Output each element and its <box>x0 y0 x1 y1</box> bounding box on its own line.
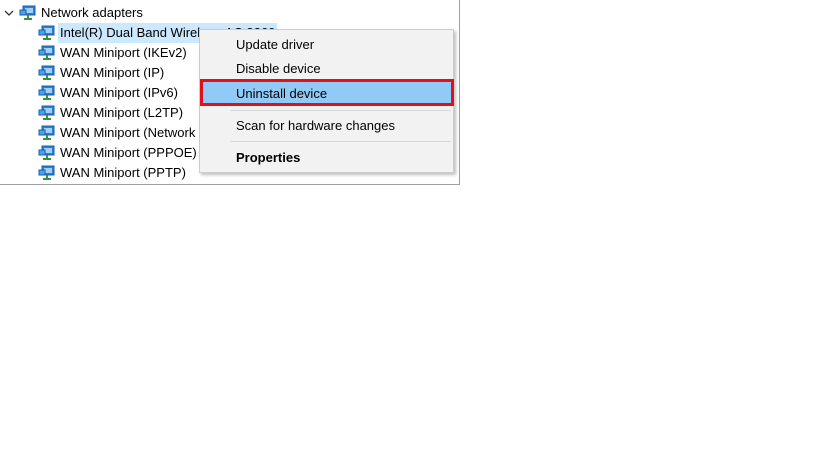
device-label: WAN Miniport (PPPOE) <box>60 145 197 160</box>
network-adapter-icon <box>38 45 56 61</box>
menu-item-uninstall-device[interactable]: Uninstall device <box>202 82 451 104</box>
tree-item-device[interactable]: WAN Miniport (PPPOE) <box>38 143 197 163</box>
tree-category-network-adapters[interactable]: Network adapters <box>2 3 143 23</box>
network-adapter-icon <box>19 5 37 21</box>
tree-item-device[interactable]: WAN Miniport (IPv6) <box>38 83 178 103</box>
menu-separator <box>230 141 451 142</box>
category-label: Network adapters <box>41 5 143 20</box>
device-label: WAN Miniport (IP) <box>60 65 165 80</box>
menu-item-properties[interactable]: Properties <box>202 146 451 168</box>
network-adapter-icon <box>38 105 56 121</box>
device-label: WAN Miniport (IPv6) <box>60 85 178 100</box>
network-adapter-icon <box>38 125 56 141</box>
tree-item-device[interactable]: WAN Miniport (IKEv2) <box>38 43 187 63</box>
menu-item-update-driver[interactable]: Update driver <box>202 33 451 55</box>
tree-item-device[interactable]: WAN Miniport (IP) <box>38 63 164 83</box>
network-adapter-icon <box>38 65 56 81</box>
network-adapter-icon <box>38 145 56 161</box>
chevron-down-icon[interactable] <box>2 3 16 23</box>
menu-separator <box>230 110 451 111</box>
tree-item-device[interactable]: WAN Miniport (L2TP) <box>38 103 183 123</box>
device-label: WAN Miniport (L2TP) <box>60 105 184 120</box>
context-menu: Update driver Disable device Uninstall d… <box>199 29 454 173</box>
tree-item-device[interactable]: WAN Miniport (PPTP) <box>38 163 186 183</box>
screenshot-canvas: Network adapters Intel(R) Dual Band Wire… <box>0 0 819 460</box>
menu-item-disable-device[interactable]: Disable device <box>202 57 451 79</box>
network-adapter-icon <box>38 85 56 101</box>
network-adapter-icon <box>38 165 56 181</box>
network-adapter-icon <box>38 25 56 41</box>
device-label: WAN Miniport (IKEv2) <box>60 45 187 60</box>
menu-item-scan-hardware[interactable]: Scan for hardware changes <box>202 114 451 136</box>
device-label: WAN Miniport (PPTP) <box>60 165 186 180</box>
